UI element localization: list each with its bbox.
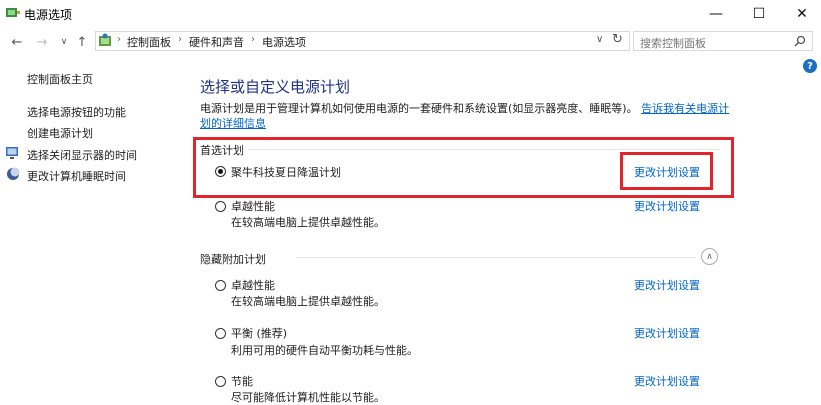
control-panel-icon [99,33,111,46]
title-bar: 电源选项 — ☐ ✕ [0,0,821,28]
plan-radio-selected[interactable] [215,166,226,177]
close-button[interactable]: ✕ [779,0,821,28]
display-shield-icon [6,147,18,159]
plan-radio[interactable] [215,280,226,291]
maximize-button[interactable]: ☐ [736,0,782,28]
plan-description: 尽可能降低计算机性能以节能。 [231,391,385,404]
plan-description: 利用可用的硬件自动平衡功耗与性能。 [231,344,418,357]
change-plan-settings-link[interactable]: 更改计划设置 [634,164,700,180]
sidebar-item-display-off[interactable]: 选择关闭显示器的时间 [27,147,137,163]
address-box[interactable] [95,31,630,51]
address-dropdown-icon[interactable]: ∨ [596,34,603,45]
arrow-up-icon: ↑ [76,34,88,50]
plan-radio[interactable] [215,201,226,212]
change-plan-settings-link[interactable]: 更改计划设置 [634,198,700,214]
crumb-control-panel[interactable]: 控制面板 [127,34,171,50]
hidden-plans-label[interactable]: 隐藏附加计划 [200,251,266,267]
change-plan-settings-link[interactable]: 更改计划设置 [634,325,700,341]
search-placeholder: 搜索控制面板 [640,37,706,50]
change-plan-settings-link[interactable]: 更改计划设置 [634,373,700,389]
recent-dropdown-button[interactable]: ∨ [55,33,73,51]
plan-description: 在较高端电脑上提供卓越性能。 [231,295,385,308]
page-title: 选择或自定义电源计划 [200,78,351,96]
sidebar-item-power-button[interactable]: 选择电源按钮的功能 [27,104,126,120]
plan-name: 卓越性能 [231,279,275,292]
plan-name: 节能 [231,375,253,388]
plan-name: 卓越性能 [231,200,275,213]
divider [296,257,696,258]
arrow-right-icon: → [36,34,48,50]
crumb-hardware-sound[interactable]: 硬件和声音 [189,34,244,50]
plan-name: 平衡 (推荐) [231,327,288,340]
forward-button[interactable]: → [33,33,51,51]
up-button[interactable]: ↑ [73,33,91,51]
help-icon[interactable]: ? [803,59,817,73]
crumb-separator: › [178,34,182,45]
plan-description: 在较高端电脑上提供卓越性能。 [231,216,385,229]
window-title: 电源选项 [24,8,73,22]
sidebar-item-create-plan[interactable]: 创建电源计划 [27,125,93,141]
sidebar-home-link[interactable]: 控制面板主页 [27,71,93,87]
crumb-power-options[interactable]: 电源选项 [262,34,306,50]
minimize-button[interactable]: — [693,0,739,28]
sleep-moon-icon [7,167,20,180]
page-description: 电源计划是用于管理计算机如何使用电源的一套硬件和系统设置(如显示器亮度、睡眠等)… [200,101,740,131]
plan-radio[interactable] [215,376,226,387]
refresh-icon[interactable]: ↻ [612,32,623,47]
description-text: 电源计划是用于管理计算机如何使用电源的一套硬件和系统设置(如显示器亮度、睡眠等)… [200,102,638,115]
chevron-down-icon: ∨ [60,37,68,47]
back-button[interactable]: ← [8,33,26,51]
maximize-icon: ☐ [752,6,766,22]
crumb-separator: › [251,34,255,45]
sidebar-item-sleep-time[interactable]: 更改计算机睡眠时间 [27,168,126,184]
arrow-left-icon: ← [11,34,23,50]
minimize-icon: — [709,6,723,22]
plan-name: 聚牛科技夏日降温计划 [231,166,341,179]
search-icon[interactable] [794,35,806,47]
change-plan-settings-link[interactable]: 更改计划设置 [634,277,700,293]
collapse-chevron-up-icon[interactable]: ∧ [701,248,718,265]
plan-radio[interactable] [215,328,226,339]
close-icon: ✕ [796,6,808,22]
power-options-icon [6,8,20,17]
crumb-separator: › [117,34,121,45]
